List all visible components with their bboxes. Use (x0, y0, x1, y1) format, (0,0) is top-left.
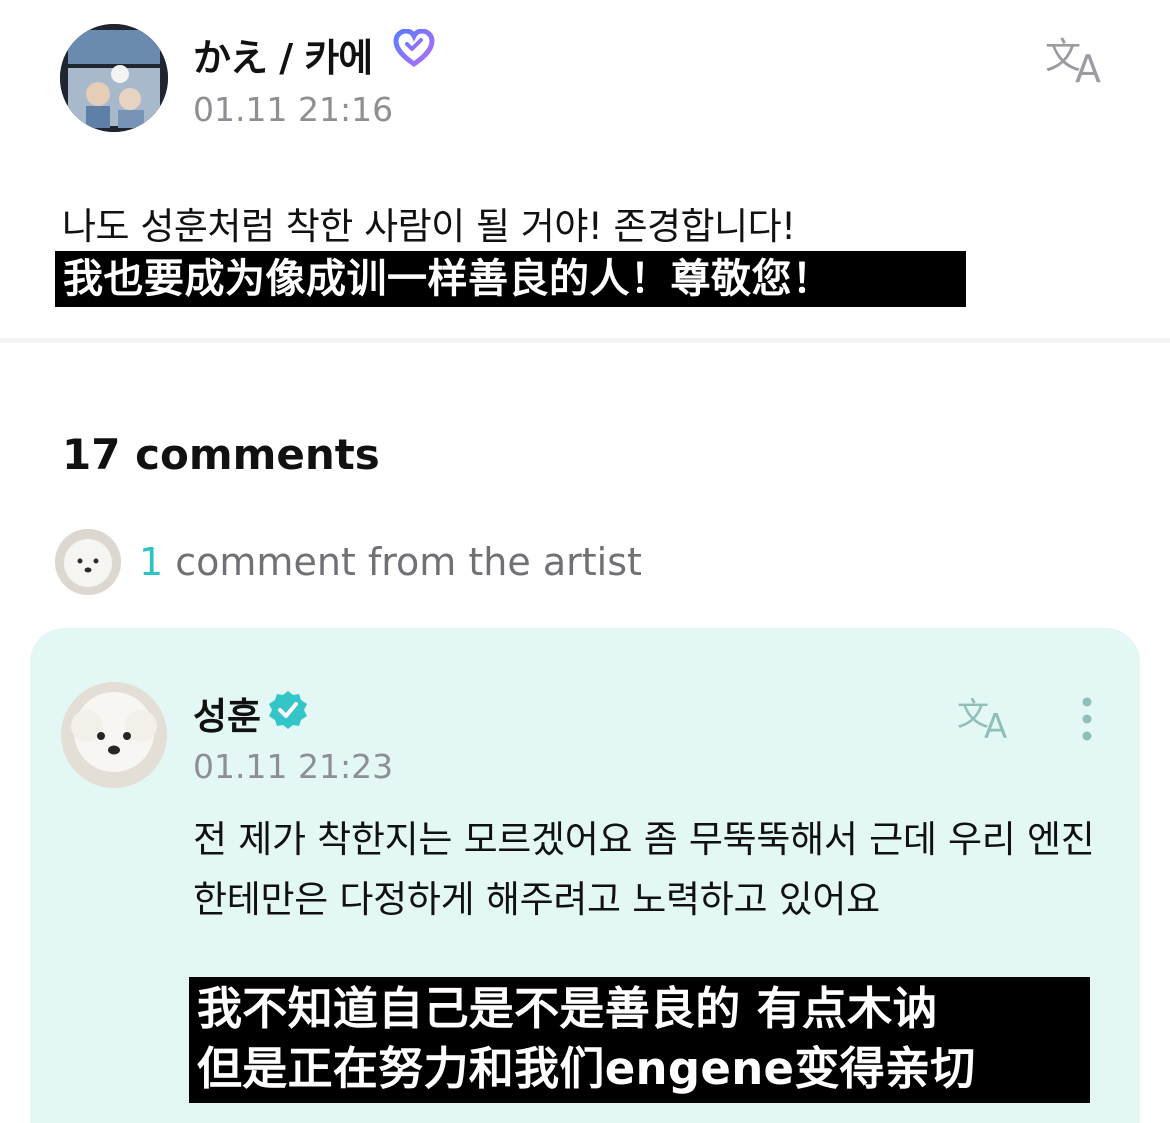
svg-text:A: A (1075, 47, 1101, 86)
artist-summary-avatar[interactable] (55, 529, 121, 595)
commenter-name[interactable]: 성훈 (193, 686, 261, 740)
post-timestamp: 01.11 21:16 (193, 90, 394, 129)
translate-icon: 文 A (957, 695, 1007, 747)
artist-comment-count: 1 (139, 540, 164, 584)
commenter-avatar[interactable] (61, 682, 167, 788)
comment-translate-button[interactable]: 文 A (955, 693, 1019, 747)
comment-timestamp: 01.11 21:23 (193, 747, 394, 786)
post-text: 나도 성훈처럼 착한 사람이 될 거야! 존경합니다! (62, 205, 796, 248)
comment-subtitle: 我不知道自己是不是善良的 有点木讷 但是正在努力和我们engene变得亲切 (189, 977, 1090, 1103)
artist-comment-label: comment from the artist (163, 540, 642, 584)
comment-subtitle-line-1: 我不知道自己是不是善良的 有点木讷 (197, 982, 938, 1035)
author-avatar[interactable] (60, 24, 168, 132)
post-subtitle: 我也要成为像成训一样善良的人！尊敬您！ (55, 251, 966, 307)
post-translate-button[interactable]: 文 A (1043, 32, 1113, 91)
translate-icon: 文 A (1045, 36, 1101, 91)
verified-check-icon (269, 691, 307, 729)
comment-text: 전 제가 착한지는 모르겠어요 좀 무뚝뚝해서 근데 우리 엔진 한테만은 다정… (193, 818, 1095, 921)
author-name[interactable]: かえ / 카에 (193, 27, 373, 82)
artist-comment-summary[interactable]: 1 comment from the artist (139, 540, 642, 584)
comments-count: 17 comments (62, 430, 380, 479)
comment-more-button[interactable] (1072, 695, 1102, 745)
comment-subtitle-line-2: 但是正在努力和我们engene变得亲切 (197, 1042, 976, 1095)
section-divider (0, 338, 1170, 343)
post-page: かえ / 카에 01.11 21:16 文 A 나도 성훈처럼 착한 사람이 될… (0, 0, 1170, 1123)
more-vertical-icon (1082, 697, 1092, 741)
svg-text:A: A (984, 707, 1007, 741)
heart-badge-icon (393, 29, 435, 68)
